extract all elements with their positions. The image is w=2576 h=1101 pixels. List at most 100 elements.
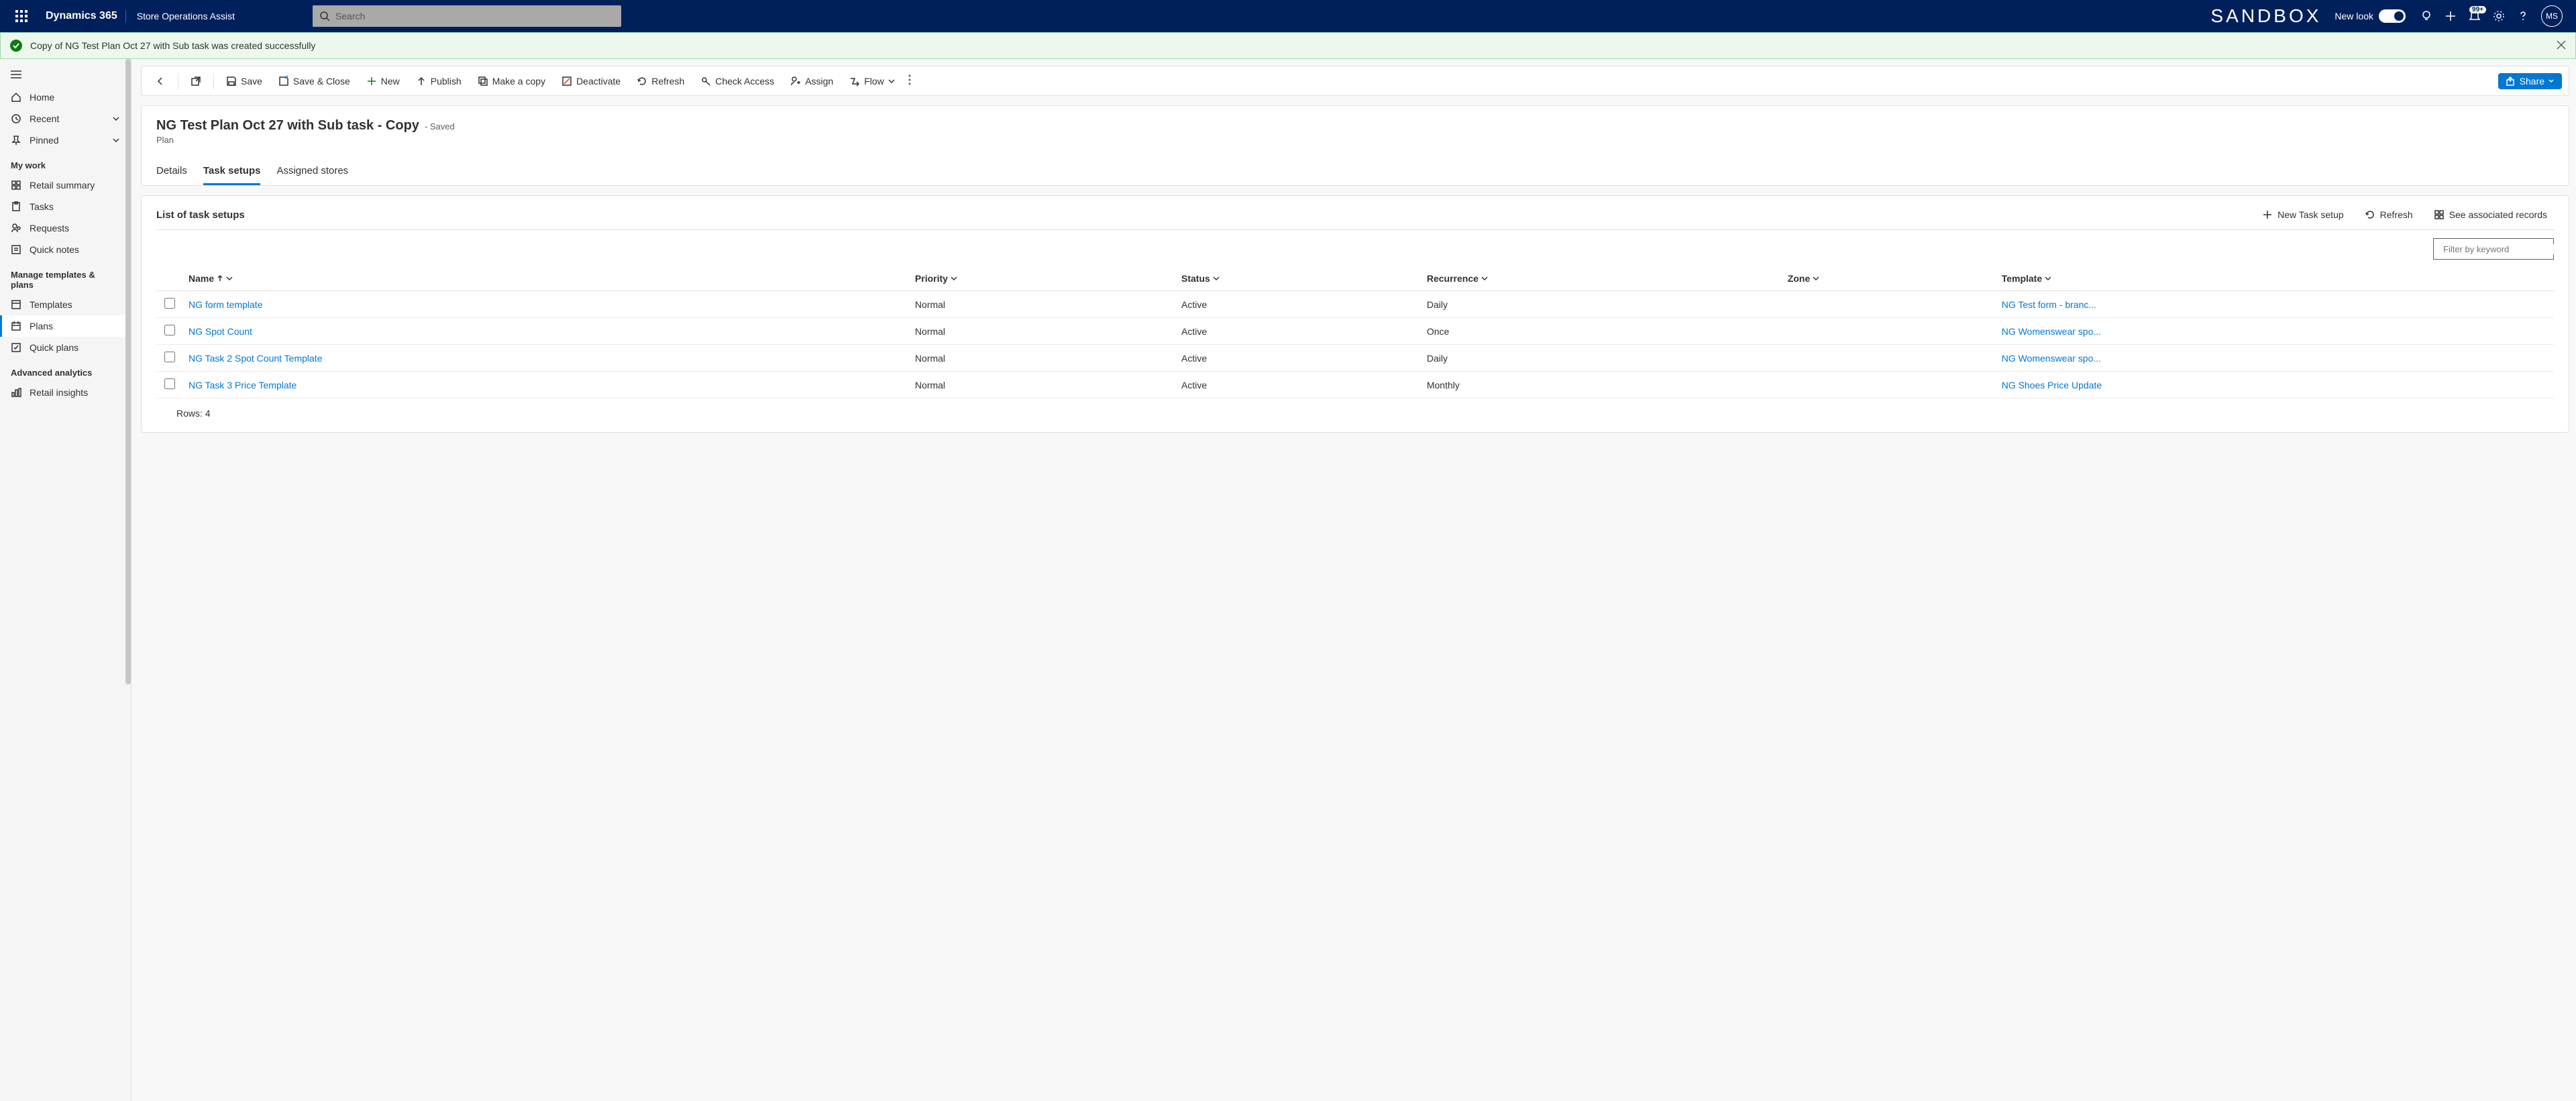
toggle-switch[interactable] [2379, 9, 2406, 23]
task-setup-grid: Name Priority Status Recurrence Zone Tem… [156, 266, 2554, 399]
row-priority: Normal [910, 345, 1176, 372]
publish-button[interactable]: Publish [409, 72, 468, 91]
row-template-link[interactable]: NG Shoes Price Update [2002, 380, 2102, 390]
col-priority[interactable]: Priority [910, 266, 1176, 291]
subgrid-refresh-button[interactable]: Refresh [2359, 207, 2420, 223]
row-recurrence: Once [1421, 318, 1782, 345]
overflow-menu[interactable] [904, 70, 915, 91]
assign-button[interactable]: Assign [784, 72, 840, 91]
share-icon [2506, 76, 2516, 86]
make-copy-button[interactable]: Make a copy [471, 72, 552, 91]
nav-quick-plans[interactable]: Quick plans [0, 337, 131, 358]
row-zone [1782, 372, 1996, 399]
row-checkbox[interactable] [164, 352, 175, 362]
nav-group-mywork: My work [0, 151, 131, 174]
share-button[interactable]: Share [2498, 73, 2562, 89]
tab-assigned-stores[interactable]: Assigned stores [276, 158, 348, 185]
col-template[interactable]: Template [1996, 266, 2554, 291]
tab-task-setups[interactable]: Task setups [203, 158, 261, 185]
new-task-setup-button[interactable]: New Task setup [2256, 207, 2351, 223]
tab-details[interactable]: Details [156, 158, 187, 185]
refresh-button[interactable]: Refresh [630, 72, 691, 91]
global-search[interactable]: Search [313, 5, 621, 27]
row-checkbox[interactable] [164, 325, 175, 335]
key-icon [700, 76, 711, 87]
save-close-button[interactable]: Save & Close [272, 72, 357, 91]
col-select[interactable] [156, 266, 183, 291]
clock-icon [11, 113, 21, 124]
row-template-link[interactable]: NG Test form - branc... [2002, 299, 2096, 310]
user-avatar[interactable]: MS [2541, 5, 2563, 27]
plus-icon[interactable] [2445, 10, 2457, 22]
filter-input[interactable] [2443, 244, 2561, 254]
chevron-down-icon [1813, 275, 1819, 282]
check-access-button[interactable]: Check Access [694, 72, 781, 91]
chevron-down-icon [2548, 78, 2554, 84]
row-name-link[interactable]: NG form template [189, 299, 262, 310]
row-template-link[interactable]: NG Womenswear spo... [2002, 326, 2101, 337]
nav-requests[interactable]: Requests [0, 217, 131, 239]
table-row[interactable]: NG Task 2 Spot Count Template NormalActiv… [156, 345, 2554, 372]
nav-tasks[interactable]: Tasks [0, 196, 131, 217]
filter-keyword-input[interactable] [2433, 238, 2554, 260]
help-icon[interactable] [2517, 10, 2529, 22]
new-look-label: New look [2334, 11, 2373, 21]
quick-plan-icon [11, 342, 21, 353]
new-button[interactable]: New [360, 72, 407, 91]
row-zone [1782, 345, 1996, 372]
settings-icon[interactable] [2493, 10, 2505, 22]
plus-icon [366, 76, 377, 87]
nav-retail-summary[interactable]: Retail summary [0, 174, 131, 196]
col-zone[interactable]: Zone [1782, 266, 1996, 291]
app-launcher-icon[interactable] [5, 10, 38, 22]
col-name[interactable]: Name [183, 266, 910, 291]
app-title[interactable]: Store Operations Assist [126, 11, 246, 21]
row-checkbox[interactable] [164, 378, 175, 389]
copy-icon [478, 76, 488, 87]
deactivate-button[interactable]: Deactivate [555, 72, 627, 91]
nav-templates[interactable]: Templates [0, 294, 131, 315]
chevron-down-icon [951, 275, 957, 282]
record-title: NG Test Plan Oct 27 with Sub task - Copy [156, 118, 419, 134]
open-new-window-button[interactable] [184, 72, 208, 91]
col-recurrence[interactable]: Recurrence [1421, 266, 1782, 291]
row-priority: Normal [910, 372, 1176, 399]
table-row[interactable]: NG Spot CountNormalActiveOnceNG Womenswe… [156, 318, 2554, 345]
table-row[interactable]: NG Task 3 Price TemplateNormalActiveMont… [156, 372, 2554, 399]
row-status: Active [1176, 372, 1421, 399]
nav-plans[interactable]: Plans [0, 315, 131, 337]
nav-home[interactable]: Home [0, 87, 131, 108]
hamburger-icon[interactable] [0, 64, 131, 87]
table-row[interactable]: NG form templateNormalActiveDailyNG Test… [156, 291, 2554, 318]
subgrid-title: List of task setups [156, 209, 245, 221]
lightbulb-icon[interactable] [2420, 10, 2432, 22]
save-button[interactable]: Save [219, 72, 269, 91]
back-button[interactable] [148, 72, 172, 91]
row-name-link[interactable]: NG Task 2 Spot Count Template [189, 353, 322, 364]
sidebar-scrollbar[interactable] [125, 59, 131, 684]
clipboard-icon [11, 201, 21, 212]
search-placeholder: Search [335, 11, 365, 21]
row-template-link[interactable]: NG Womenswear spo... [2002, 353, 2101, 364]
plan-icon [11, 321, 21, 331]
new-look-toggle[interactable]: New look [2334, 9, 2406, 23]
nav-quick-notes[interactable]: Quick notes [0, 239, 131, 260]
flow-button[interactable]: Flow [843, 72, 902, 91]
brand-label[interactable]: Dynamics 365 [38, 10, 126, 22]
saved-indicator: - Saved [425, 121, 455, 132]
chevron-down-icon [112, 136, 120, 144]
nav-retail-insights[interactable]: Retail insights [0, 382, 131, 403]
row-name-link[interactable]: NG Spot Count [189, 326, 252, 337]
row-name-link[interactable]: NG Task 3 Price Template [189, 380, 297, 390]
close-notification-icon[interactable] [2557, 40, 2566, 52]
sandbox-label: SANDBOX [2210, 5, 2321, 27]
nav-pinned[interactable]: Pinned [0, 129, 131, 151]
row-checkbox[interactable] [164, 298, 175, 309]
col-status[interactable]: Status [1176, 266, 1421, 291]
publish-icon [416, 76, 427, 87]
notifications-icon[interactable]: 99+ [2469, 10, 2481, 22]
row-status: Active [1176, 345, 1421, 372]
nav-recent[interactable]: Recent [0, 108, 131, 129]
chevron-down-icon [1481, 275, 1488, 282]
see-associated-records-button[interactable]: See associated records [2428, 207, 2554, 223]
